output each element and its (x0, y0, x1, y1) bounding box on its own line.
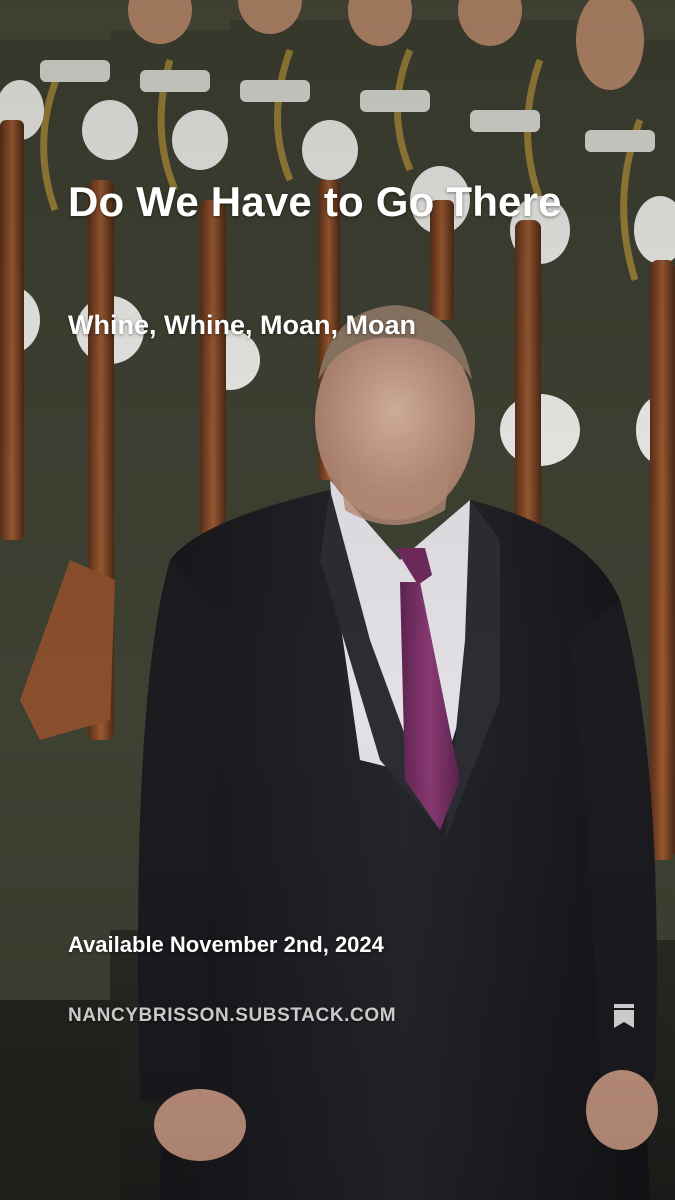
share-card[interactable]: Do We Have to Go There Whine, Whine, Moa… (0, 0, 675, 1200)
site-link[interactable]: NANCYBRISSON.SUBSTACK.COM (68, 1004, 548, 1028)
post-title: Do We Have to Go There (68, 178, 562, 225)
availability-text: Available November 2nd, 2024 (68, 932, 384, 957)
post-subtitle: Whine, Whine, Moan, Moan (68, 310, 416, 340)
bookmark-icon[interactable] (612, 1002, 636, 1030)
